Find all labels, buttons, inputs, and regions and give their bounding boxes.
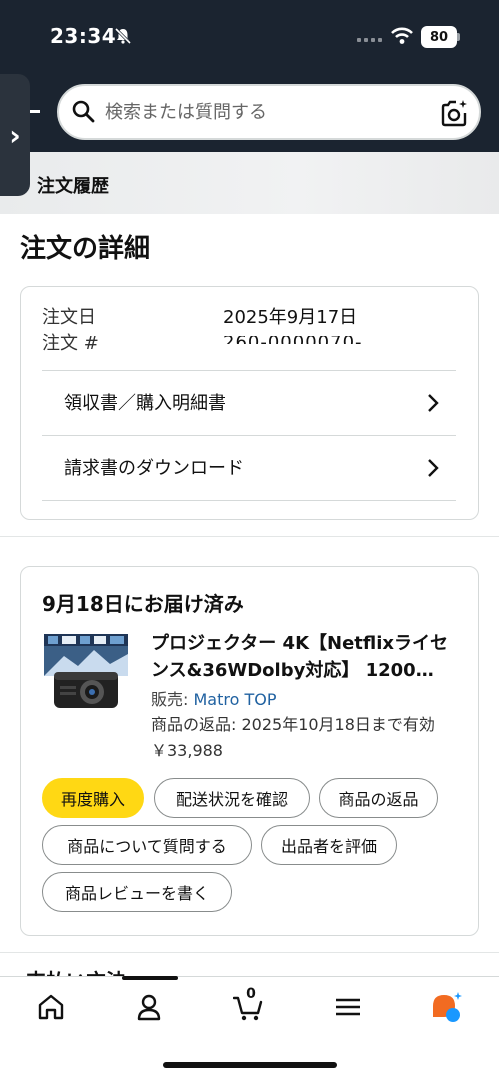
order-number-value: 260-0000070-0 bbox=[223, 336, 373, 344]
order-date-value: 2025年9月17日 bbox=[223, 307, 358, 328]
battery-cap bbox=[457, 33, 460, 41]
delivery-status: 9月18日にお届け済み bbox=[42, 592, 244, 616]
rufus-assistant-icon[interactable] bbox=[430, 990, 464, 1024]
rate-seller-button[interactable]: 出品者を評価 bbox=[261, 825, 397, 865]
camera-search-icon[interactable] bbox=[439, 98, 469, 128]
section-divider bbox=[0, 536, 499, 550]
back-button[interactable] bbox=[30, 110, 40, 113]
chevron-right-icon: › bbox=[9, 118, 21, 152]
cellular-signal-icon bbox=[357, 38, 382, 42]
next-section-heading: 支払い方法 bbox=[26, 962, 186, 976]
section-divider bbox=[0, 952, 499, 953]
return-item-button[interactable]: 商品の返品 bbox=[319, 778, 438, 818]
chevron-right-icon bbox=[428, 459, 439, 477]
order-number-label: 注文 # bbox=[42, 333, 99, 354]
product-title[interactable]: プロジェクター 4K【Netflixライセンス&36WDolby対応】 1200… bbox=[151, 630, 459, 684]
page-title: 注文の詳細 bbox=[20, 234, 151, 264]
invoice-link-label: 請求書のダウンロード bbox=[64, 458, 244, 479]
search-input[interactable] bbox=[105, 86, 425, 138]
receipt-link[interactable]: 領収書／購入明細書 bbox=[42, 370, 456, 434]
seller-link[interactable]: Matro TOP bbox=[193, 690, 276, 709]
battery-indicator: 80 bbox=[421, 26, 457, 48]
menu-icon[interactable] bbox=[333, 992, 363, 1022]
breadcrumb[interactable]: 注文履歴 bbox=[37, 172, 109, 198]
return-window: 商品の返品: 2025年10月18日まで有効 bbox=[151, 715, 435, 734]
bell-muted-icon bbox=[114, 27, 132, 45]
active-tab-indicator bbox=[122, 976, 178, 980]
product-image[interactable] bbox=[44, 634, 128, 714]
side-drawer-handle[interactable]: › bbox=[0, 74, 30, 196]
search-bar[interactable] bbox=[57, 84, 481, 140]
home-indicator bbox=[163, 1062, 337, 1068]
wifi-icon bbox=[391, 27, 413, 44]
rebuy-button[interactable]: 再度購入 bbox=[42, 778, 144, 818]
invoice-download-link[interactable]: 請求書のダウンロード bbox=[42, 435, 456, 499]
account-icon[interactable] bbox=[134, 992, 164, 1022]
status-time: 23:34 bbox=[50, 24, 117, 48]
chevron-right-icon bbox=[428, 394, 439, 412]
divider bbox=[42, 500, 456, 501]
cart-icon[interactable] bbox=[233, 992, 263, 1022]
track-package-button[interactable]: 配送状況を確認 bbox=[154, 778, 310, 818]
ask-question-button[interactable]: 商品について質問する bbox=[42, 825, 252, 865]
order-date-label: 注文日 bbox=[42, 307, 96, 328]
home-icon[interactable] bbox=[36, 992, 66, 1022]
search-icon bbox=[72, 100, 95, 123]
seller-label: 販売: bbox=[151, 690, 194, 709]
receipt-link-label: 領収書／購入明細書 bbox=[64, 393, 226, 414]
product-price: ￥33,988 bbox=[151, 741, 223, 760]
write-review-button[interactable]: 商品レビューを書く bbox=[42, 872, 232, 912]
seller-row: 販売: Matro TOP bbox=[151, 686, 276, 710]
